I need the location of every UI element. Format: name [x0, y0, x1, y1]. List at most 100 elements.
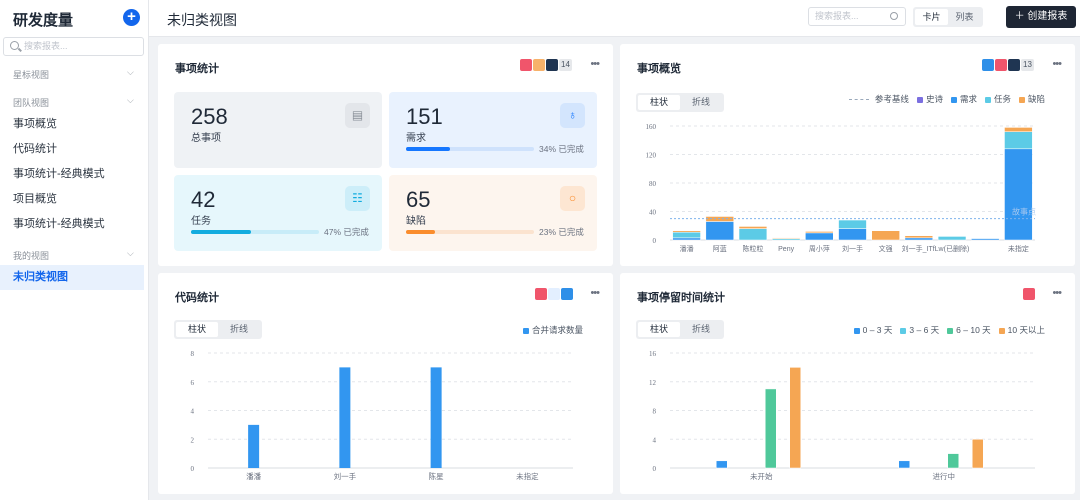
bar-segment	[738, 226, 768, 229]
header: 未归类视图 搜索报表... 卡片 列表 ＋ 创建报表	[149, 0, 1080, 37]
y-tick-label: 4	[191, 408, 195, 416]
group-team[interactable]: 团队视图 ⌵	[13, 95, 134, 109]
progress-fill	[191, 230, 252, 234]
stat-tile[interactable]: 151 需求 ♁ 34% 已完成	[389, 92, 597, 168]
sidebar-item[interactable]: 代码统计	[0, 137, 144, 162]
sidebar-item[interactable]: 事项统计-经典模式	[0, 162, 144, 187]
x-tick-label: 陈粒粒	[742, 244, 763, 253]
code-chart: 0 2 4 6 8 潘潘 刘一手 陈星 未指定	[191, 350, 573, 481]
report-search-input[interactable]: 搜索报表...	[808, 7, 906, 26]
stat-tile[interactable]: 42 任务 ☷ 47% 已完成	[174, 175, 382, 251]
y-tick-label: 0	[653, 465, 657, 473]
card-issue-overview: 事项概览 13 ••• 柱状 折线 参考基线 史诗 需求 任务 缺陷 0 40 80 120 1…	[620, 44, 1075, 266]
y-tick-label: 2	[191, 436, 195, 444]
sidebar-search-input[interactable]: 搜索报表...	[3, 37, 144, 56]
group-mine[interactable]: 我的视图 ⌵	[13, 248, 134, 262]
stat-label: 任务	[191, 216, 211, 227]
bar-segment	[937, 236, 967, 241]
card-dwell-time: 事项停留时间统计 ••• 柱状 折线 0 – 3 天3 – 6 天6 – 10 …	[620, 273, 1075, 494]
progress-text: 47% 已完成	[324, 227, 369, 237]
progress-fill	[406, 230, 436, 234]
search-placeholder: 搜索报表...	[24, 41, 68, 51]
bar	[789, 367, 801, 469]
y-tick-label: 16	[649, 350, 657, 358]
y-tick-label: 12	[649, 379, 657, 387]
sidebar-item[interactable]: 项目概览	[0, 187, 144, 212]
stat-label: 缺陷	[406, 216, 426, 227]
view-list-button[interactable]: 列表	[948, 9, 981, 25]
bar	[898, 460, 910, 469]
bar-segment	[805, 232, 834, 241]
sidebar-item[interactable]: 事项概览	[0, 112, 144, 137]
stat-value: 65	[406, 187, 431, 212]
stat-tile[interactable]: 65 缺陷 ○ 23% 已完成	[389, 175, 597, 251]
bar-segment	[971, 238, 1000, 241]
bar-segment	[904, 237, 934, 241]
bar-segment	[1004, 127, 1033, 132]
y-tick-label: 120	[646, 152, 657, 160]
progress-bar	[191, 230, 319, 234]
progress-text: 23% 已完成	[539, 227, 584, 237]
y-tick-label: 8	[191, 350, 195, 358]
sidebar: 研发度量 + 搜索报表... 星标视图 ⌵ 团队视图 ⌵ 事项概览 代码统计 事项统…	[0, 0, 149, 500]
document-icon: ▤	[345, 103, 370, 128]
y-tick-label: 8	[653, 408, 657, 416]
x-tick-label: 刘一手	[842, 244, 863, 253]
y-tick-label: 160	[646, 123, 657, 131]
y-tick-label: 4	[653, 436, 657, 444]
bar-segment	[738, 228, 768, 241]
app-icon	[520, 59, 532, 71]
sidebar-title: 研发度量	[13, 12, 74, 29]
search-placeholder: 搜索报表...	[815, 11, 859, 21]
bar-segment	[672, 230, 701, 233]
chevron-down-icon: ⌵	[127, 95, 134, 105]
bar	[716, 460, 728, 469]
app-icon	[546, 59, 558, 71]
stat-label: 总事项	[191, 133, 221, 144]
progress-fill	[406, 147, 450, 151]
x-tick-label: 周小萍	[809, 244, 830, 253]
stat-value: 258	[191, 104, 228, 129]
sidebar-item-active[interactable]: 未归类视图	[0, 265, 144, 290]
x-tick-label: 刘一手_ITfLw(已删除)	[902, 244, 970, 253]
x-tick-label: 文强	[879, 244, 893, 253]
bar	[947, 453, 959, 469]
overview-chart: 0 40 80 120 160 潘潘 阿蓝 陈粒粒 Peny 周小萍 刘一手 文强 刘一手_ITfLw(…	[646, 123, 1037, 253]
bar-segment	[904, 235, 934, 239]
page-title: 未归类视图	[167, 12, 237, 28]
bar-segment	[871, 230, 900, 241]
lightbulb-icon: ♁	[560, 103, 585, 128]
bar	[339, 367, 351, 468]
add-report-button[interactable]: +	[123, 9, 140, 26]
x-tick-label: 未开始	[750, 471, 773, 481]
circle-icon: ○	[560, 186, 585, 211]
x-tick-label: 刘一手	[334, 471, 357, 481]
stat-tile[interactable]: 258 总事项 ▤	[174, 92, 382, 168]
group-label: 团队视图	[13, 98, 50, 108]
view-toggle: 卡片 列表	[913, 7, 983, 27]
progress-text: 34% 已完成	[539, 144, 584, 154]
search-icon	[890, 12, 898, 20]
x-tick-label: 进行中	[933, 471, 956, 481]
app-icon	[533, 59, 545, 71]
x-tick-label: Peny	[778, 246, 794, 253]
chevron-down-icon: ⌵	[127, 248, 134, 258]
bar-segment	[705, 221, 734, 241]
x-tick-label: 未指定	[516, 471, 539, 481]
stat-label: 需求	[406, 133, 426, 144]
x-tick-label: 潘潘	[246, 471, 261, 481]
create-label: 创建报表	[1027, 11, 1068, 22]
create-report-button[interactable]: ＋ 创建报表	[1006, 6, 1076, 28]
group-starred[interactable]: 星标视图 ⌵	[13, 67, 134, 81]
x-tick-label: 潘潘	[680, 244, 694, 253]
bar-segment	[1004, 148, 1033, 241]
view-card-button[interactable]: 卡片	[915, 9, 948, 25]
bar-segment	[805, 231, 834, 234]
app-count: 14	[559, 59, 572, 71]
sidebar-item[interactable]: 事项统计-经典模式	[0, 212, 144, 237]
chevron-down-icon: ⌵	[127, 67, 134, 77]
group-label: 星标视图	[13, 70, 50, 80]
card-code-stats: 代码统计 ••• 柱状 折线 合并请求数量 0 2 4 6 8 潘潘 刘一手 陈星 未指定	[158, 273, 613, 494]
more-icon[interactable]: •••	[590, 58, 600, 70]
bar-segment	[1004, 131, 1033, 150]
